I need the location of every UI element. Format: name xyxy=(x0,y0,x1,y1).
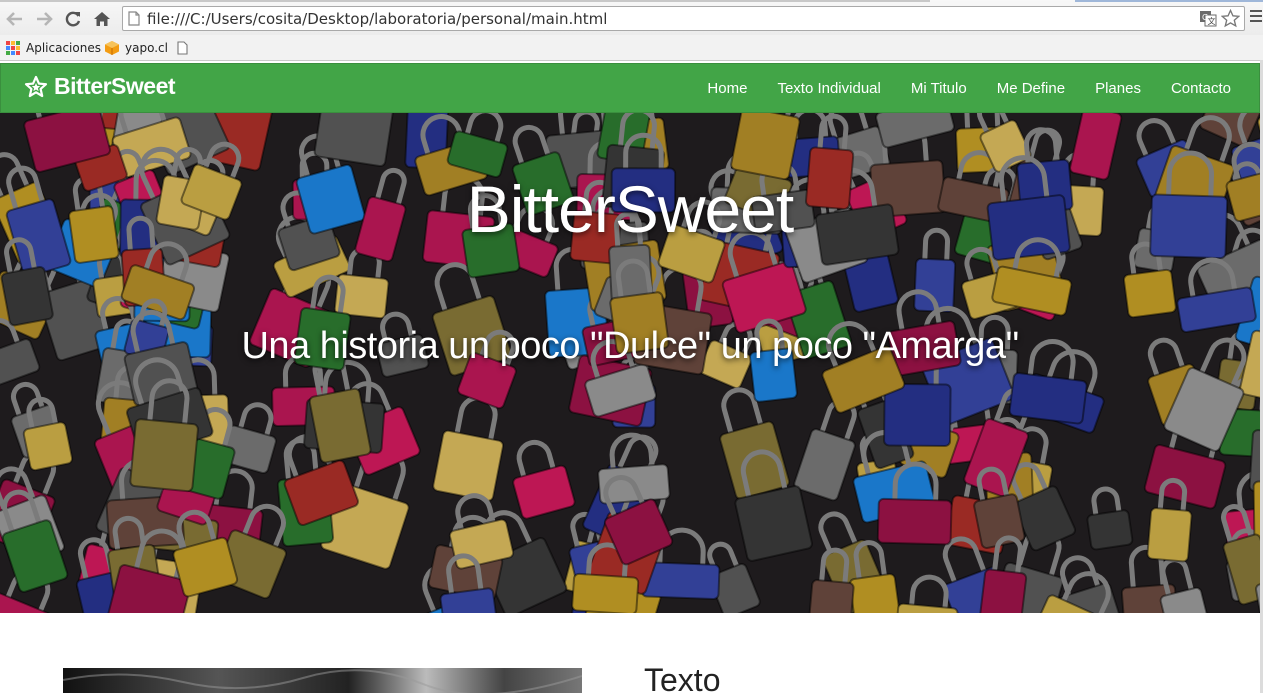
portrait-photo xyxy=(63,668,582,693)
browser-toolbar: file:///C:/Users/cosita/Desktop/laborato… xyxy=(0,0,1263,35)
hero-subtitle: Una historia un poco "Dulce" un poco "Am… xyxy=(241,325,1019,367)
bookmark-yapo[interactable]: yapo.cl xyxy=(104,38,168,58)
tab-strip-edge xyxy=(0,0,930,2)
home-button[interactable] xyxy=(91,8,113,30)
yapo-favicon-icon xyxy=(105,41,119,55)
reload-icon xyxy=(65,11,81,27)
nav-link-contacto[interactable]: Contacto xyxy=(1171,80,1231,97)
apps-grid-icon xyxy=(6,41,20,55)
bookmark-label: Aplicaciones xyxy=(26,41,101,55)
url-text[interactable]: file:///C:/Users/cosita/Desktop/laborato… xyxy=(147,10,607,28)
section-heading: Texto xyxy=(644,662,721,698)
translate-icon[interactable]: G 文 xyxy=(1199,9,1217,27)
photo-image xyxy=(63,668,582,693)
forward-button[interactable] xyxy=(33,8,55,30)
nav-link-mi-titulo[interactable]: Mi Titulo xyxy=(911,80,967,97)
hero-banner: BitterSweet Una historia un poco "Dulce"… xyxy=(0,113,1260,613)
back-button[interactable] xyxy=(4,8,26,30)
nav-link-me-define[interactable]: Me Define xyxy=(997,80,1065,97)
brand-logo[interactable]: BitterSweet xyxy=(24,73,176,100)
nav-links: Home Texto Individual Mi Titulo Me Defin… xyxy=(677,64,1231,112)
reload-button[interactable] xyxy=(62,8,84,30)
nav-link-texto-individual[interactable]: Texto Individual xyxy=(777,80,880,97)
home-icon xyxy=(94,12,110,26)
arrow-left-icon xyxy=(6,12,22,26)
bookmarks-bar: Aplicaciones yapo.cl xyxy=(0,35,1263,61)
bookmark-page[interactable] xyxy=(177,38,188,58)
site-navbar: BitterSweet Home Texto Individual Mi Tit… xyxy=(0,63,1260,113)
page-icon xyxy=(128,11,140,26)
arrow-right-icon xyxy=(37,12,53,26)
star-icon xyxy=(24,75,48,97)
brand-name: BitterSweet xyxy=(54,73,176,99)
browser-menu-button[interactable] xyxy=(1250,10,1262,26)
svg-text:文: 文 xyxy=(1208,16,1216,26)
bookmark-star-icon[interactable] xyxy=(1221,9,1240,28)
nav-link-home[interactable]: Home xyxy=(707,80,747,97)
tab-strip-edge xyxy=(1075,0,1263,2)
hero-title: BitterSweet xyxy=(466,172,794,246)
bookmark-apps[interactable]: Aplicaciones xyxy=(6,38,101,58)
nav-link-planes[interactable]: Planes xyxy=(1095,80,1141,97)
address-bar[interactable]: file:///C:/Users/cosita/Desktop/laborato… xyxy=(122,6,1245,31)
page-icon xyxy=(177,41,188,55)
bookmark-label: yapo.cl xyxy=(125,41,168,55)
